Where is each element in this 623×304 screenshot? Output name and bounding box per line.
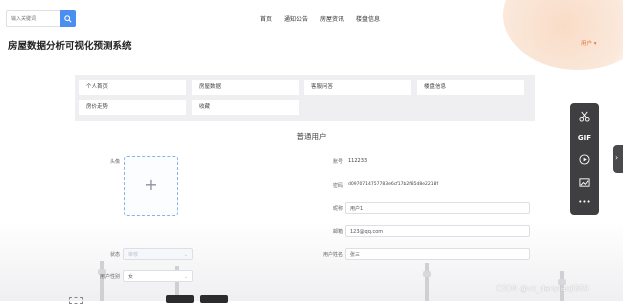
status-label: 状态	[109, 252, 120, 258]
scissors-icon[interactable]	[570, 111, 599, 124]
gender-value: 女	[128, 274, 134, 280]
skyline-tower	[98, 261, 106, 301]
avatar-upload[interactable]: +	[124, 156, 178, 216]
gender-select[interactable]: 女 ⌄	[123, 270, 193, 282]
email-label: 邮箱	[332, 229, 343, 235]
realname-label: 用户姓名	[322, 252, 343, 258]
watermark: CSDN @vx_danpianji889	[496, 284, 589, 293]
menu-item-property-info[interactable]: 楼盘信息	[417, 80, 524, 95]
status-select[interactable]: 审核 ⌄	[123, 248, 193, 260]
plus-icon: +	[144, 175, 158, 194]
nav-property-info[interactable]: 楼盘信息	[356, 14, 380, 23]
account-value: 112233	[348, 158, 368, 164]
main-nav: 首页 通知公告 房屋资讯 楼盘信息	[260, 14, 380, 23]
search-input[interactable]	[6, 10, 60, 27]
password-label: 密码	[332, 183, 343, 189]
nav-housing-news[interactable]: 房屋资讯	[320, 14, 344, 23]
chevron-down-icon: ⌄	[183, 274, 188, 280]
skyline-tower	[423, 263, 431, 301]
menu-item-service-qa[interactable]: 客服问答	[304, 80, 411, 95]
status-value: 审核	[128, 252, 139, 258]
play-icon[interactable]	[570, 154, 599, 167]
cancel-button[interactable]	[200, 295, 228, 303]
password-value: d0970714757783e6cf17b2f85d8e2218f	[348, 182, 439, 187]
email-field[interactable]: 123@qq.com	[345, 225, 530, 237]
center-menu: 个人首页 房屋数据 客服问答 楼盘信息 房价走势 收藏	[75, 75, 535, 121]
account-label: 账号	[332, 159, 343, 165]
search-box	[6, 10, 76, 27]
more-icon[interactable]: •••	[570, 198, 599, 206]
user-menu[interactable]: 用户 ▾	[581, 39, 597, 47]
gif-icon[interactable]: GIF	[570, 134, 599, 142]
nav-announcements[interactable]: 通知公告	[284, 14, 308, 23]
floating-toolbar: GIF •••	[570, 103, 599, 215]
menu-item-price-trend[interactable]: 房价走势	[79, 100, 186, 115]
menu-item-housing-data[interactable]: 房屋数据	[192, 80, 299, 95]
submit-button[interactable]	[166, 295, 194, 303]
image-icon[interactable]	[570, 177, 599, 190]
search-icon	[64, 14, 72, 23]
menu-item-favorites[interactable]: 收藏	[192, 100, 299, 115]
top-bar: 首页 通知公告 房屋资讯 楼盘信息	[0, 0, 623, 36]
nickname-label: 昵称	[332, 206, 343, 212]
avatar-label: 头像	[109, 159, 120, 165]
gender-label: 用户性别	[99, 274, 120, 280]
menu-item-profile[interactable]: 个人首页	[79, 80, 186, 95]
form-title: 普通用户	[296, 132, 327, 141]
nickname-field[interactable]: 用户1	[345, 202, 530, 214]
side-collapse-tab[interactable]: ›	[613, 145, 623, 173]
search-button[interactable]	[60, 10, 76, 27]
app-title: 房屋数据分析可视化预测系统	[8, 41, 132, 52]
nav-home[interactable]: 首页	[260, 14, 272, 23]
chevron-down-icon: ⌄	[183, 252, 188, 258]
realname-field[interactable]: 张三	[345, 248, 530, 260]
chevron-right-icon: ›	[615, 153, 619, 162]
